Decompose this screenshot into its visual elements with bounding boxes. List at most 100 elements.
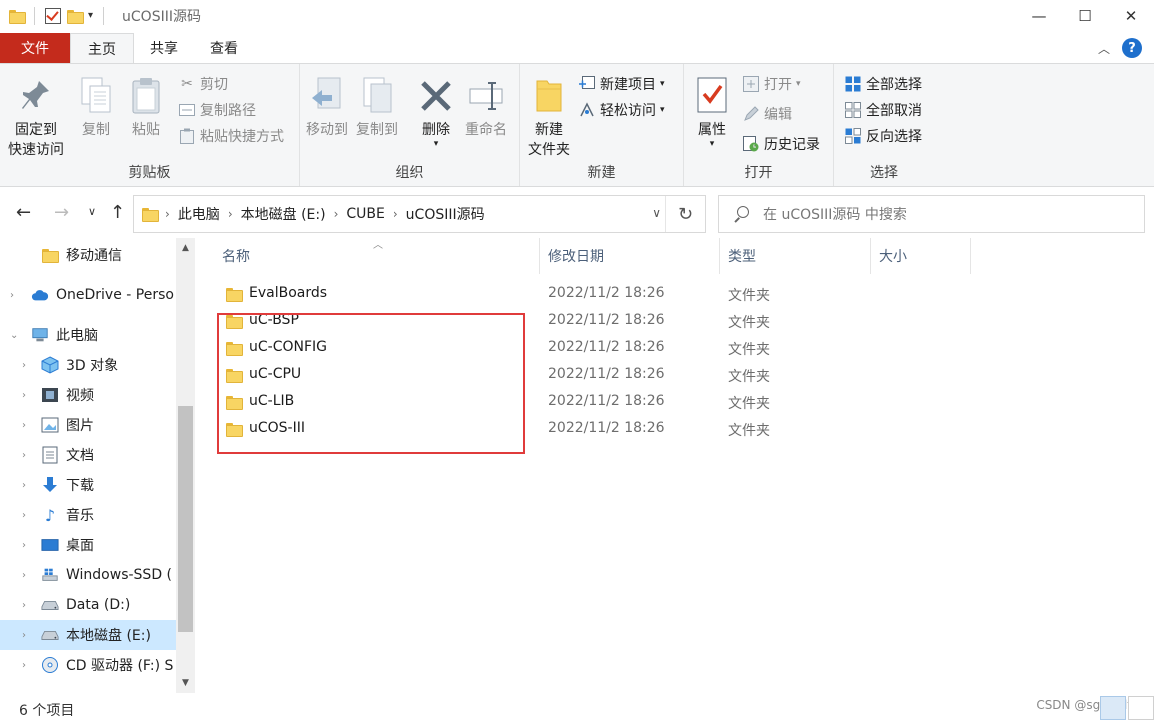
nav-item-videos[interactable]: › 视频: [0, 380, 176, 410]
paste-shortcut-button[interactable]: 粘贴快捷方式: [178, 126, 284, 146]
open-icon: [742, 75, 760, 93]
close-button[interactable]: ✕: [1108, 0, 1154, 31]
expand-chevron-icon[interactable]: ›: [22, 540, 26, 551]
recent-locations-icon[interactable]: ∨: [88, 205, 96, 218]
invert-selection-button[interactable]: 反向选择: [844, 126, 922, 146]
properties-button[interactable]: 属性 ▾: [694, 74, 730, 149]
column-header-size[interactable]: 大小: [871, 238, 971, 274]
scroll-thumb[interactable]: [178, 406, 193, 632]
new-group: 新建 文件夹 新建项目 ▾ 轻松访问 ▾ 新建: [520, 64, 684, 186]
tab-home[interactable]: 主页: [70, 33, 134, 63]
chevron-right-icon[interactable]: ›: [393, 207, 398, 221]
tab-file[interactable]: 文件: [0, 33, 70, 63]
nav-item-data-d[interactable]: › Data (D:): [0, 590, 176, 620]
nav-item-pictures[interactable]: › 图片: [0, 410, 176, 440]
forward-arrow-icon[interactable]: →: [54, 202, 69, 223]
rename-button[interactable]: 重命名: [465, 74, 507, 140]
nav-item-downloads[interactable]: › 下载: [0, 470, 176, 500]
scroll-down-icon[interactable]: ▼: [176, 675, 195, 691]
folder-icon: [142, 208, 159, 222]
pin-quick-access-button[interactable]: 固定到 快速访问: [8, 74, 64, 160]
nav-item-documents[interactable]: › 文档: [0, 440, 176, 470]
breadcrumb-item[interactable]: 本地磁盘 (E:): [241, 204, 326, 224]
properties-quick-icon[interactable]: [45, 7, 61, 24]
details-view-icon[interactable]: [1100, 696, 1126, 720]
address-bar[interactable]: › 此电脑 › 本地磁盘 (E:) › CUBE › uCOSIII源码 ∨ ↻: [133, 195, 706, 233]
breadcrumb-item[interactable]: CUBE: [346, 206, 384, 222]
search-input[interactable]: 在 uCOSIII源码 中搜索: [718, 195, 1145, 233]
move-to-button[interactable]: 移动到: [306, 74, 348, 140]
expand-chevron-icon[interactable]: ›: [22, 390, 26, 401]
back-arrow-icon[interactable]: ←: [16, 202, 31, 223]
expand-chevron-down-icon[interactable]: ⌄: [10, 330, 18, 341]
expand-chevron-icon[interactable]: ›: [22, 360, 26, 371]
breadcrumb: › 此电脑 › 本地磁盘 (E:) › CUBE › uCOSIII源码: [134, 204, 485, 224]
navigation-bar: ← → ∨ ↑ › 此电脑 › 本地磁盘 (E:) › CUBE › uCOSI…: [0, 188, 1154, 238]
help-icon[interactable]: ?: [1122, 38, 1142, 58]
expand-chevron-icon[interactable]: ›: [22, 660, 26, 671]
column-header-date[interactable]: 修改日期: [540, 238, 720, 274]
expand-chevron-icon[interactable]: ›: [22, 600, 26, 611]
scroll-up-icon[interactable]: ▲: [176, 240, 195, 256]
cut-button[interactable]: ✂ 剪切: [178, 74, 228, 94]
folder-icon: [40, 247, 59, 263]
nav-item-windows-ssd[interactable]: › Windows-SSD (: [0, 560, 176, 590]
expand-chevron-icon[interactable]: ›: [22, 420, 26, 431]
breadcrumb-item[interactable]: 此电脑: [178, 204, 220, 224]
view-toggle: [1100, 696, 1154, 720]
tab-share[interactable]: 共享: [134, 33, 194, 63]
new-item-button[interactable]: 新建项目 ▾: [578, 74, 665, 94]
history-button[interactable]: 历史记录: [742, 134, 820, 154]
expand-chevron-icon[interactable]: ›: [10, 290, 14, 301]
easy-access-button[interactable]: 轻松访问 ▾: [578, 100, 665, 120]
select-none-button[interactable]: 全部取消: [844, 100, 922, 120]
address-dropdown-icon[interactable]: ∨: [652, 206, 661, 220]
copy-to-icon: [359, 74, 395, 118]
expand-chevron-icon[interactable]: ›: [22, 570, 26, 581]
select-all-button[interactable]: 全部选择: [844, 74, 922, 94]
expand-chevron-icon[interactable]: ›: [22, 510, 26, 521]
copy-button[interactable]: 复制: [78, 74, 114, 140]
column-header-type[interactable]: 类型: [720, 238, 871, 274]
nav-item-local-disk-e[interactable]: › 本地磁盘 (E:): [0, 620, 176, 650]
copy-path-button[interactable]: 复制路径: [178, 100, 256, 120]
expand-chevron-icon[interactable]: ›: [22, 450, 26, 461]
nav-scrollbar[interactable]: ▲ ▼: [176, 238, 195, 693]
drive-icon: [41, 627, 59, 643]
desktop-icon: [41, 537, 59, 553]
delete-button[interactable]: 删除 ▾: [418, 74, 454, 149]
expand-chevron-icon[interactable]: ›: [22, 630, 26, 641]
nav-item-cd-drive[interactable]: › CD 驱动器 (F:) S: [0, 650, 176, 680]
nav-item-mobile[interactable]: 移动通信: [0, 240, 176, 270]
new-folder-button[interactable]: 新建 文件夹: [528, 74, 570, 160]
chevron-right-icon[interactable]: ›: [165, 207, 170, 221]
copy-to-button[interactable]: 复制到: [356, 74, 398, 140]
new-folder-quick-icon[interactable]: [67, 9, 84, 24]
nav-item-this-pc[interactable]: ⌄ 此电脑: [0, 320, 176, 350]
breadcrumb-item[interactable]: uCOSIII源码: [406, 204, 485, 224]
column-header-name[interactable]: 名称: [214, 238, 540, 274]
large-icons-view-icon[interactable]: [1128, 696, 1154, 720]
nav-item-onedrive[interactable]: › OneDrive - Perso: [0, 280, 176, 310]
nav-item-music[interactable]: › ♪ 音乐: [0, 500, 176, 530]
paste-button[interactable]: 粘贴: [128, 74, 164, 140]
collapse-ribbon-icon[interactable]: ︿: [1098, 40, 1110, 57]
chevron-right-icon[interactable]: ›: [228, 207, 233, 221]
edit-button[interactable]: 编辑: [742, 104, 792, 124]
nav-item-desktop[interactable]: › 桌面: [0, 530, 176, 560]
expand-chevron-icon[interactable]: ›: [22, 480, 26, 491]
maximize-button[interactable]: ☐: [1062, 0, 1108, 31]
open-button[interactable]: 打开 ▾: [742, 74, 801, 94]
customize-dropdown-icon[interactable]: ▾: [88, 10, 93, 21]
title-bar: ▾ uCOSIII源码 — ☐ ✕: [0, 0, 1154, 31]
nav-item-3d-objects[interactable]: › 3D 对象: [0, 350, 176, 380]
minimize-button[interactable]: —: [1016, 0, 1062, 31]
refresh-icon[interactable]: ↻: [665, 196, 705, 232]
computer-icon: [31, 327, 49, 343]
invert-selection-icon: [844, 127, 862, 145]
chevron-right-icon[interactable]: ›: [334, 207, 339, 221]
up-arrow-icon[interactable]: ↑: [110, 202, 125, 223]
tab-view[interactable]: 查看: [194, 33, 254, 63]
picture-icon: [41, 417, 59, 433]
table-row[interactable]: EvalBoards 2022/11/2 18:26 文件夹: [216, 281, 1136, 308]
